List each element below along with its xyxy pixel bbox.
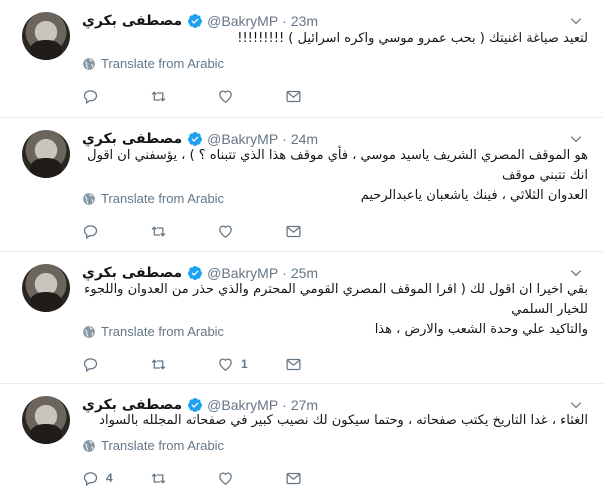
envelope-icon	[285, 358, 301, 370]
heart-icon	[219, 358, 232, 371]
translate-label: Translate from Arabic	[101, 191, 225, 206]
tweet-text-line: هو الموقف المصري الشريف ياسيد موسي ، فأي…	[87, 148, 588, 183]
tweet-actions	[82, 86, 352, 106]
chevron-down-icon[interactable]	[569, 132, 583, 146]
tweet[interactable]: مصطفى بكري @BakryMP · 25m بقي اخيرا ان ا…	[0, 252, 603, 384]
globe-icon	[83, 439, 95, 452]
heart-icon	[219, 472, 232, 485]
reply-button[interactable]	[82, 354, 150, 374]
envelope-icon	[285, 90, 301, 102]
chevron-down-icon[interactable]	[569, 266, 583, 280]
tweet-text-line: لتعيد صياغة اغنيتك ( بحب عمرو موسي واكره…	[237, 31, 588, 46]
reply-icon	[83, 357, 98, 372]
retweet-button[interactable]	[150, 354, 218, 374]
translate-link[interactable]: Translate from Arabic	[82, 191, 224, 206]
direct-message-button[interactable]	[285, 86, 353, 106]
avatar[interactable]	[22, 396, 70, 444]
tweet-text: الغثاء ، غدا التاريخ يكتب صفحاته ، وحتما…	[82, 411, 588, 431]
tweet-text-line: بقي اخيرا ان اقول لك ( اقرا الموقف المصر…	[84, 282, 588, 317]
author-handle[interactable]: @BakryMP	[207, 13, 278, 29]
retweet-button[interactable]	[150, 221, 218, 241]
heart-icon	[219, 225, 232, 238]
retweet-icon	[151, 472, 165, 484]
translate-label: Translate from Arabic	[101, 438, 225, 453]
tweet-text-line: الغثاء ، غدا التاريخ يكتب صفحاته ، وحتما…	[99, 413, 588, 428]
avatar[interactable]	[22, 264, 70, 312]
reply-icon	[83, 471, 98, 486]
verified-badge-icon	[188, 266, 203, 280]
translate-link[interactable]: Translate from Arabic	[82, 324, 224, 339]
globe-icon	[83, 325, 95, 338]
envelope-icon	[285, 472, 301, 484]
tweet-actions	[82, 221, 352, 241]
retweet-button[interactable]	[150, 468, 218, 488]
author-handle[interactable]: @BakryMP	[207, 265, 278, 281]
author-name[interactable]: مصطفى بكري	[82, 265, 182, 281]
tweet-text: لتعيد صياغة اغنيتك ( بحب عمرو موسي واكره…	[82, 29, 588, 49]
heart-icon	[219, 90, 232, 103]
tweet-feed: مصطفى بكري @BakryMP · 23m لتعيد صياغة اغ…	[0, 0, 603, 490]
separator: ·	[282, 13, 287, 29]
like-count: 1	[241, 357, 248, 371]
tweet-actions: 1	[82, 354, 352, 374]
tweet[interactable]: مصطفى بكري @BakryMP · 27m الغثاء ، غدا ا…	[0, 384, 603, 490]
retweet-icon	[151, 90, 165, 102]
like-button[interactable]	[217, 468, 285, 488]
avatar[interactable]	[22, 12, 70, 60]
tweet[interactable]: مصطفى بكري @BakryMP · 24m هو الموقف المص…	[0, 118, 603, 252]
tweet-actions: 4	[82, 468, 352, 488]
separator: ·	[282, 131, 287, 147]
translate-link[interactable]: Translate from Arabic	[82, 438, 224, 453]
author-name[interactable]: مصطفى بكري	[82, 13, 182, 29]
like-button[interactable]: 1	[217, 354, 285, 374]
retweet-icon	[151, 358, 165, 370]
like-button[interactable]	[217, 221, 285, 241]
chevron-down-icon[interactable]	[569, 14, 583, 28]
reply-count: 4	[106, 471, 113, 485]
reply-icon	[83, 224, 98, 239]
direct-message-button[interactable]	[285, 221, 353, 241]
reply-button[interactable]	[82, 86, 150, 106]
author-handle[interactable]: @BakryMP	[207, 131, 278, 147]
translate-label: Translate from Arabic	[101, 56, 225, 71]
avatar[interactable]	[22, 130, 70, 178]
direct-message-button[interactable]	[285, 468, 353, 488]
globe-icon	[83, 57, 95, 70]
author-name[interactable]: مصطفى بكري	[82, 131, 182, 147]
globe-icon	[83, 192, 95, 205]
timestamp[interactable]: 25m	[291, 265, 318, 281]
retweet-icon	[151, 225, 165, 237]
timestamp[interactable]: 24m	[291, 131, 318, 147]
translate-label: Translate from Arabic	[101, 324, 225, 339]
translate-link[interactable]: Translate from Arabic	[82, 56, 224, 71]
reply-button[interactable]: 4	[82, 468, 150, 488]
direct-message-button[interactable]	[285, 354, 353, 374]
timestamp[interactable]: 23m	[291, 13, 318, 29]
like-button[interactable]	[217, 86, 285, 106]
tweet-header: مصطفى بكري @BakryMP · 23m	[82, 11, 318, 31]
envelope-icon	[285, 225, 301, 237]
tweet[interactable]: مصطفى بكري @BakryMP · 23m لتعيد صياغة اغ…	[0, 0, 603, 118]
reply-icon	[83, 89, 98, 104]
retweet-button[interactable]	[150, 86, 218, 106]
chevron-down-icon[interactable]	[569, 398, 583, 412]
reply-button[interactable]	[82, 221, 150, 241]
separator: ·	[282, 265, 287, 281]
verified-badge-icon	[188, 132, 203, 146]
verified-badge-icon	[188, 14, 203, 28]
